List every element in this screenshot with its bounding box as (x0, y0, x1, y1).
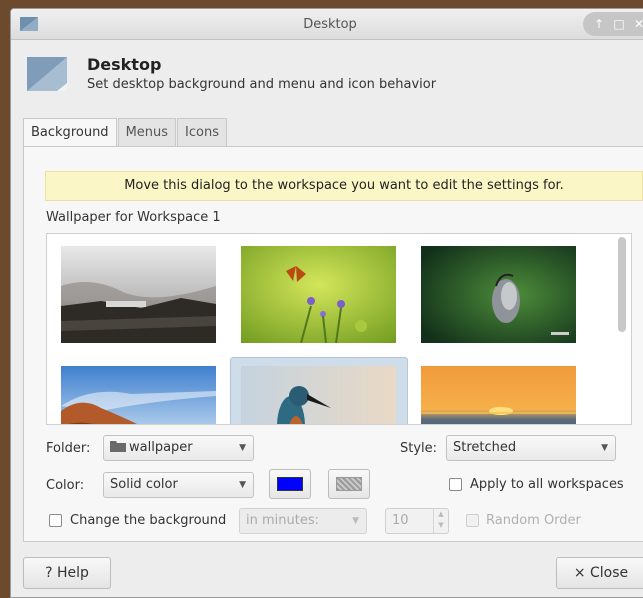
background-tab-panel: Move this dialog to the workspace you wa… (23, 146, 643, 542)
wallpaper-grid[interactable] (46, 233, 632, 425)
primary-color-swatch (277, 477, 303, 491)
window-controls: ↑ □ ✕ (583, 12, 643, 36)
wallpaper-thumb-misty-shore[interactable] (61, 246, 216, 343)
interval-spinner[interactable]: 10 ▲ ▼ (385, 508, 449, 534)
workspace-notice: Move this dialog to the workspace you wa… (45, 171, 643, 201)
chevron-down-icon: ▼ (239, 480, 246, 490)
color-label: Color: (46, 478, 85, 493)
wallpaper-thumb-autumn-trees-sky[interactable] (61, 366, 216, 424)
close-icon[interactable]: ✕ (633, 18, 643, 30)
wallpaper-thumb-ocean-sunset[interactable] (421, 366, 576, 424)
secondary-color-swatch (336, 477, 362, 491)
apply-all-workspaces-label[interactable]: Apply to all workspaces (470, 477, 624, 492)
maximize-icon[interactable]: □ (613, 18, 625, 30)
dialog-header: Desktop Set desktop background and menu … (25, 55, 625, 97)
interval-value: in minutes: (246, 513, 319, 528)
dialog-title: Desktop (87, 55, 162, 74)
tab-bar: Background Menus Icons (23, 118, 228, 148)
secondary-color-button[interactable] (328, 469, 370, 499)
folder-value: wallpaper (129, 440, 193, 455)
chevron-down-icon: ▼ (239, 443, 246, 453)
wallpaper-thumb-butterfly-on-flowers[interactable] (241, 246, 396, 343)
folder-label: Folder: (46, 441, 91, 456)
spinner-arrows-icon[interactable]: ▲ ▼ (433, 509, 448, 533)
random-order-checkbox[interactable] (466, 514, 479, 527)
style-combo[interactable]: Stretched ▼ (446, 435, 616, 461)
interval-number: 10 (392, 513, 409, 528)
wallpaper-label: Wallpaper for Workspace 1 (46, 210, 221, 225)
wallpaper-scrollbar[interactable] (618, 237, 626, 332)
color-mode-combo[interactable]: Solid color ▼ (103, 472, 254, 498)
window-title: Desktop (303, 17, 357, 32)
close-button[interactable]: × Close (556, 557, 643, 589)
wallpaper-thumb-kingfisher[interactable] (241, 366, 396, 424)
tab-menus[interactable]: Menus (117, 118, 177, 147)
primary-color-button[interactable] (269, 469, 311, 499)
tab-icons[interactable]: Icons (177, 118, 227, 147)
folder-icon (110, 441, 126, 452)
style-value: Stretched (453, 440, 517, 455)
random-order-label[interactable]: Random Order (486, 513, 581, 528)
desktop-icon (27, 57, 67, 91)
change-background-label[interactable]: Change the background (70, 513, 226, 528)
help-button[interactable]: ? Help (23, 557, 111, 589)
up-arrow-icon[interactable]: ↑ (593, 18, 605, 30)
interval-combo[interactable]: in minutes: ▼ (239, 508, 367, 534)
chevron-down-icon: ▼ (601, 443, 608, 453)
tab-background[interactable]: Background (23, 118, 117, 148)
style-label: Style: (400, 441, 438, 456)
folder-combo[interactable]: wallpaper ▼ (103, 435, 254, 461)
apply-all-workspaces-checkbox[interactable] (449, 478, 462, 491)
title-bar[interactable]: Desktop ↑ □ ✕ (11, 9, 643, 40)
color-mode-value: Solid color (110, 477, 178, 492)
chevron-down-icon: ▼ (352, 516, 359, 526)
wallpaper-thumb-beetle-on-leaf[interactable] (421, 246, 576, 343)
dialog-subtitle: Set desktop background and menu and icon… (87, 77, 437, 92)
desktop-settings-window: Desktop ↑ □ ✕ Desktop Set desktop backgr… (10, 8, 643, 598)
change-background-checkbox[interactable] (49, 514, 62, 527)
